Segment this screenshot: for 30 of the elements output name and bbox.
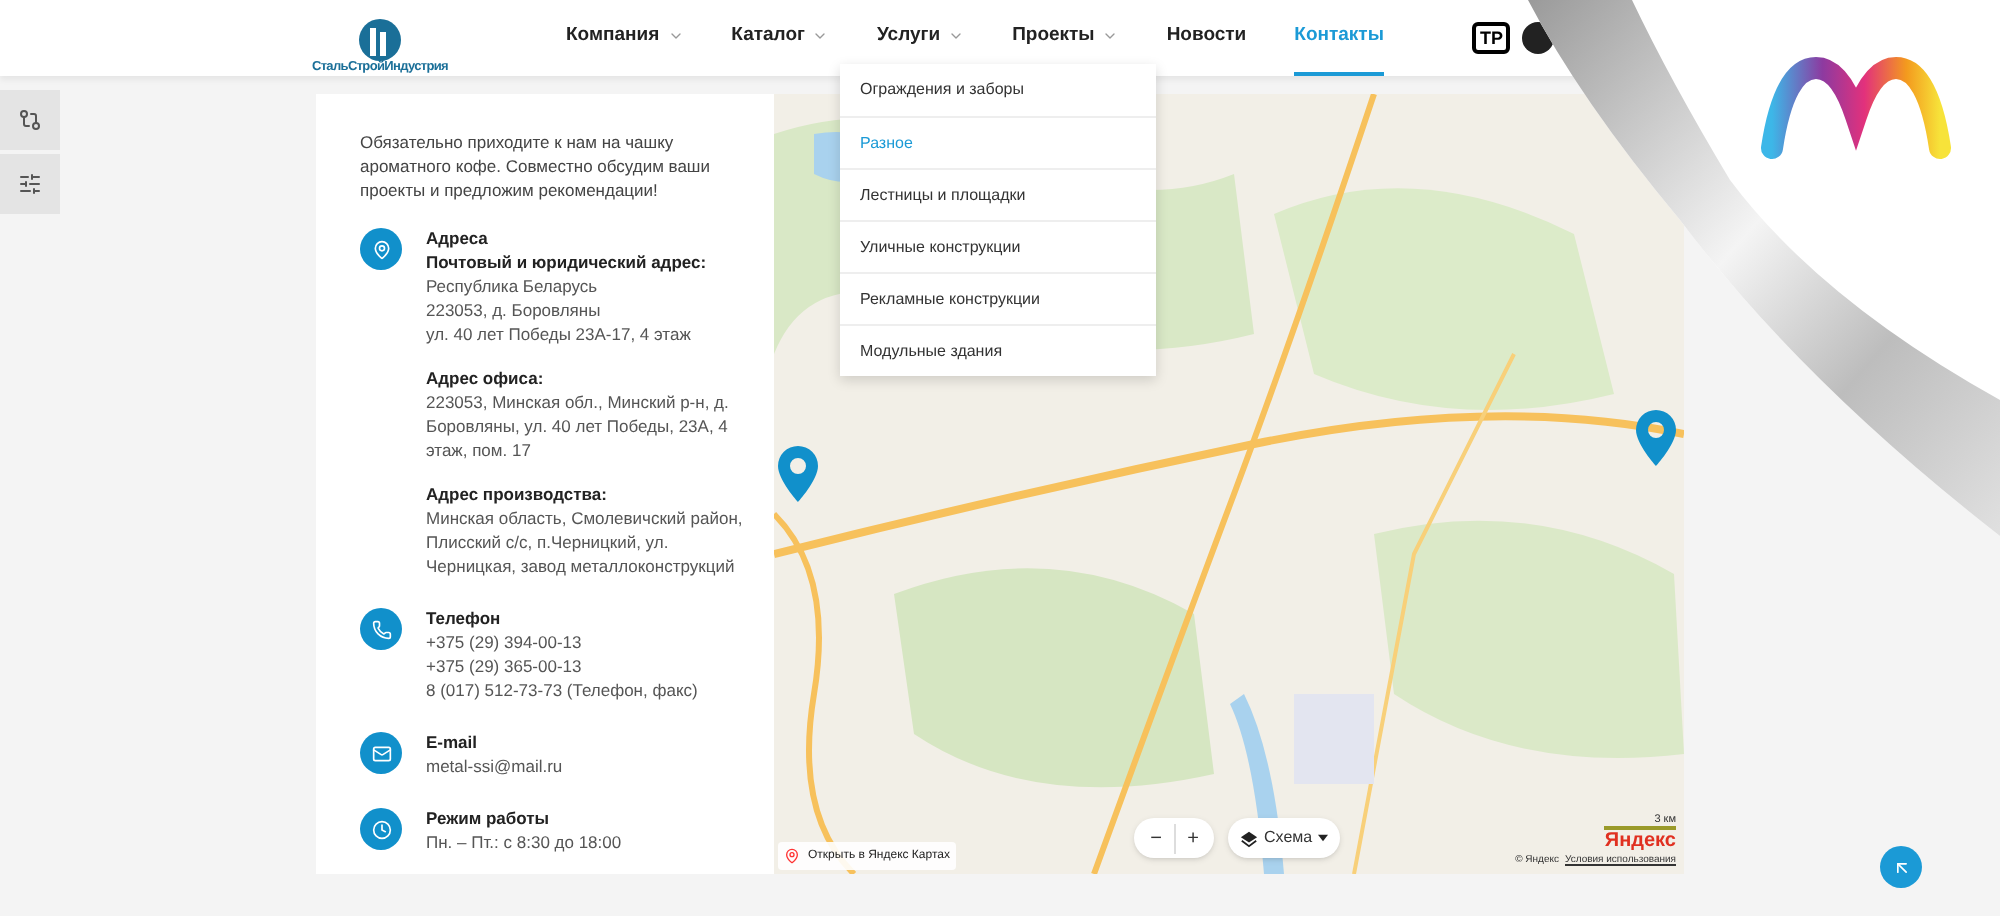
address-heading: Адрес офиса: (426, 366, 546, 390)
section-title: Режим работы (426, 806, 552, 830)
contact-text[interactable]: metal-ssi@mail.ru (426, 754, 563, 778)
dropdown-item[interactable]: Рекламные конструкции (840, 272, 1156, 324)
dropdown-item[interactable]: Модульные здания (840, 324, 1156, 376)
contact-text: +375 (29) 365-00-13 (426, 654, 584, 678)
section-title: Телефон (426, 606, 503, 630)
address-text: Минская область, Смолевичский район, Плисский с/с, п.Черницкий, ул. Черницкая, завод металлоконструкций (426, 506, 745, 578)
address-heading: Адрес производства: (426, 482, 609, 506)
section-title: Адреса (426, 226, 490, 250)
zoom-in-button[interactable]: + (1174, 823, 1210, 853)
intro-text: Обязательно приходите к нам на чашку ароматного кофе. Совместно обсудим ваши проекты и предложим рекомендации! (360, 130, 712, 202)
address-text: ул. 40 лет Победы 23А-17, 4 этаж (426, 322, 693, 346)
address-text: 223053, Минская обл., Минский р-н, д. Боровляны, ул. 40 лет Победы, 23А, 4 этаж, пом. 17 (426, 390, 731, 462)
nav-link[interactable]: Компания (566, 0, 684, 76)
address-text: Республика Беларусь (426, 274, 600, 298)
contact-text: 8 (017) 512-73-73 (Телефон, факс) (426, 678, 698, 702)
section-title: E-mail (426, 730, 480, 754)
dropdown-item[interactable]: Уличные конструкции (840, 220, 1156, 272)
contact-text: +375 (29) 394-00-13 (426, 630, 584, 654)
yandex-brand: Яндекс (1604, 830, 1676, 854)
nav-link[interactable]: Новости (1166, 0, 1247, 76)
address-text: 223053, д. Боровляны (426, 298, 603, 322)
tp-badge[interactable]: TP (1471, 22, 1511, 54)
nav-link[interactable]: Каталог (731, 0, 829, 76)
dropdown-item[interactable]: Лестницы и площадки (840, 168, 1156, 220)
zoom-out-button[interactable]: − (1138, 823, 1174, 853)
map-type-button[interactable]: Схема (1228, 818, 1341, 858)
address-heading: Почтовый и юридический адрес: (426, 250, 709, 274)
contact-text: Пн. – Пт.: с 8:30 до 18:00 (426, 830, 622, 854)
